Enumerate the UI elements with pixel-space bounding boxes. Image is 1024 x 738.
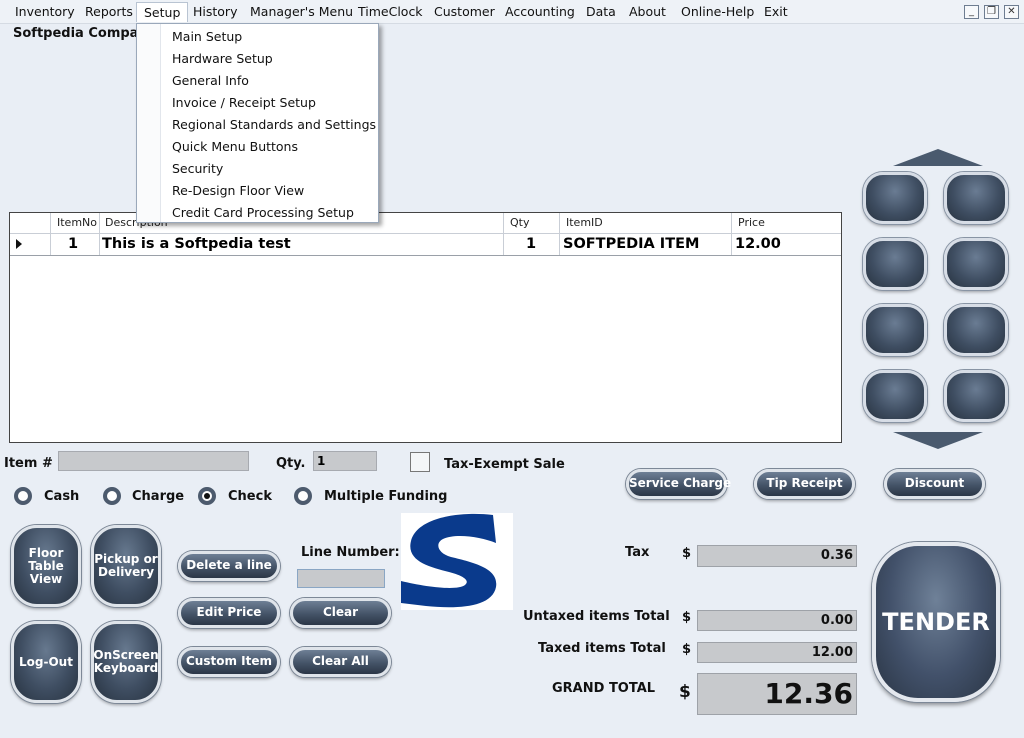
quick-menu-button-4[interactable] [944,238,1008,290]
quick-menu-button-2[interactable] [944,172,1008,224]
edit-price-button[interactable]: Edit Price [178,598,280,628]
setup-item-regional-standards[interactable]: Regional Standards and Settings [172,117,376,132]
cell-itemno: 1 [68,236,79,252]
menu-inventory[interactable]: Inventory [15,4,75,19]
clear-button[interactable]: Clear [290,598,391,628]
setup-item-security[interactable]: Security [172,161,223,176]
scroll-up-icon[interactable] [893,149,983,166]
taxed-total-label: Taxed items Total [538,641,666,656]
setup-item-redesign-floor-view[interactable]: Re-Design Floor View [172,183,304,198]
quick-menu-button-5[interactable] [863,304,927,356]
tax-label: Tax [625,545,650,560]
untaxed-currency: $ [682,610,692,625]
quick-menu-button-6[interactable] [944,304,1008,356]
service-charge-button[interactable]: Service Charge [626,469,731,499]
quick-menu-button-7[interactable] [863,370,927,422]
menu-exit[interactable]: Exit [764,4,788,19]
setup-item-quick-menu-buttons[interactable]: Quick Menu Buttons [172,139,298,154]
setup-item-hardware-setup[interactable]: Hardware Setup [172,51,273,66]
multiple-funding-radio[interactable] [294,487,312,505]
charge-radio[interactable] [103,487,121,505]
pickup-delivery-button[interactable]: Pickup or Delivery [91,525,161,607]
taxed-total-value: 12.00 [697,642,857,663]
untaxed-total-label: Untaxed items Total [523,609,670,624]
qty-label: Qty. [276,456,306,471]
restore-icon[interactable]: ❐ [984,5,999,19]
qty-input[interactable]: 1 [313,451,377,471]
cell-itemid: SOFTPEDIA ITEM [563,236,700,252]
untaxed-total-value: 0.00 [697,610,857,631]
setup-item-general-info[interactable]: General Info [172,73,249,88]
tax-exempt-label: Tax-Exempt Sale [444,457,565,472]
tax-currency: $ [682,546,692,561]
multiple-funding-label: Multiple Funding [324,489,448,504]
grand-total-value: 12.36 [697,673,857,715]
scroll-down-icon[interactable] [893,432,983,449]
grand-total-label: GRAND TOTAL [552,681,656,696]
menu-bar: Inventory Reports Setup History Manager'… [0,0,1024,24]
menu-gutter [137,24,161,222]
discount-button[interactable]: Discount [884,469,985,499]
delete-line-button[interactable]: Delete a line [178,551,280,581]
close-icon[interactable]: ✕ [1004,5,1019,19]
menu-managers-menu[interactable]: Manager's Menu [250,4,353,19]
clear-all-button[interactable]: Clear All [290,647,391,677]
tax-exempt-checkbox[interactable] [410,452,430,472]
s-logo-icon [401,513,497,608]
menu-setup[interactable]: Setup [136,2,189,22]
cell-qty: 1 [526,236,537,252]
line-number-label: Line Number: [301,545,400,560]
menu-data[interactable]: Data [586,4,616,19]
cash-label: Cash [44,489,80,504]
setup-item-invoice-receipt[interactable]: Invoice / Receipt Setup [172,95,316,110]
check-radio[interactable] [198,487,216,505]
item-number-input[interactable] [58,451,249,471]
quick-menu-button-8[interactable] [944,370,1008,422]
logout-button[interactable]: Log-Out [11,621,81,703]
logo-image [401,513,513,610]
taxed-currency: $ [682,642,692,657]
menu-about[interactable]: About [629,4,666,19]
setup-item-credit-card-processing[interactable]: Credit Card Processing Setup [172,205,354,220]
item-number-label: Item # [4,456,53,471]
cell-price: 12.00 [735,236,781,252]
row-selector-icon [16,239,22,249]
line-number-input[interactable] [297,569,385,588]
cell-description: This is a Softpedia test [102,236,291,252]
tax-value: 0.36 [697,545,857,567]
column-header-price[interactable]: Price [738,216,765,229]
items-grid[interactable]: ItemNo Description Qty ItemID Price 1 Th… [9,212,842,443]
column-header-itemid[interactable]: ItemID [566,216,603,229]
charge-label: Charge [132,489,185,504]
custom-item-button[interactable]: Custom Item [178,647,280,677]
minimize-icon[interactable]: _ [964,5,979,19]
onscreen-keyboard-button[interactable]: OnScreen Keyboard [91,621,161,703]
cash-radio[interactable] [14,487,32,505]
setup-item-main-setup[interactable]: Main Setup [172,29,242,44]
tender-button[interactable]: TENDER [872,542,1000,702]
menu-history[interactable]: History [193,4,237,19]
column-header-qty[interactable]: Qty [510,216,529,229]
grand-total-currency: $ [679,682,691,702]
menu-timeclock[interactable]: TimeClock [358,4,423,19]
company-name: Softpedia Company [13,26,157,41]
column-header-itemno[interactable]: ItemNo [57,216,97,229]
tip-receipt-button[interactable]: Tip Receipt [754,469,855,499]
menu-customer[interactable]: Customer [434,4,495,19]
menu-accounting[interactable]: Accounting [505,4,575,19]
quick-menu-button-3[interactable] [863,238,927,290]
menu-online-help[interactable]: Online-Help [681,4,754,19]
floor-table-view-button[interactable]: Floor Table View [11,525,81,607]
menu-reports[interactable]: Reports [85,4,133,19]
check-label: Check [228,489,272,504]
setup-dropdown-menu: Main Setup Hardware Setup General Info I… [136,23,379,223]
quick-menu-button-1[interactable] [863,172,927,224]
